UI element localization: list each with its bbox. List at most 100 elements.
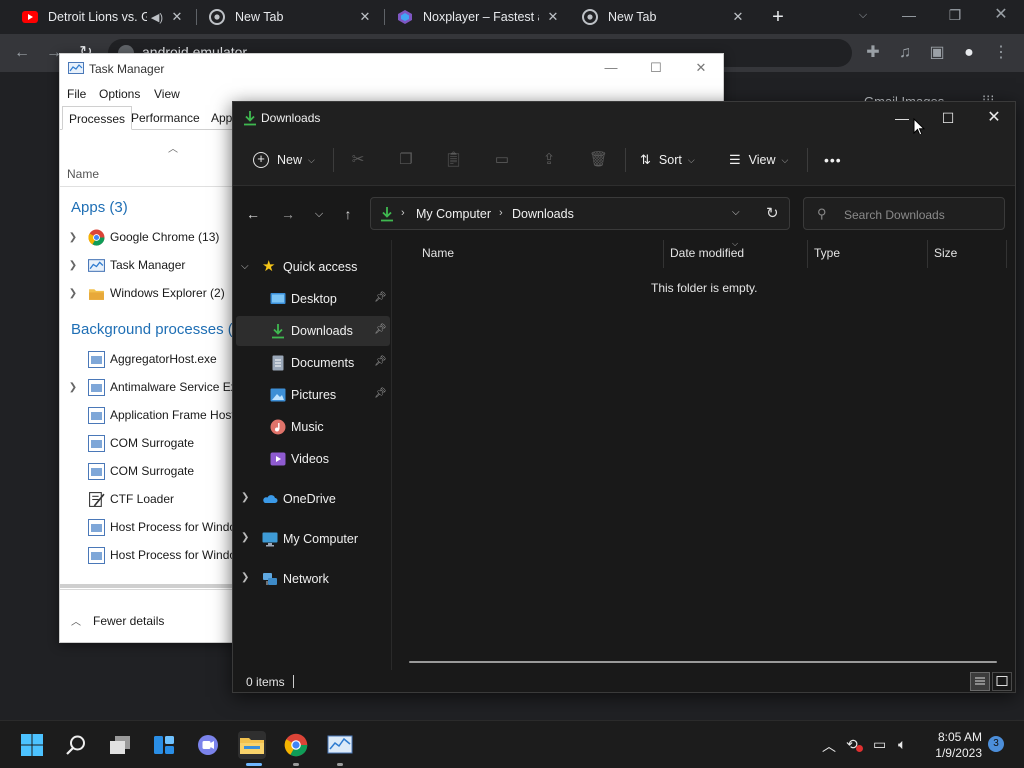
- menu-options[interactable]: Options: [99, 87, 140, 101]
- horizontal-scrollbar[interactable]: [409, 661, 997, 663]
- process-row[interactable]: ❯ Google Chrome (13): [60, 223, 235, 251]
- search-placeholder[interactable]: Search Downloads: [844, 208, 945, 222]
- minimize-icon[interactable]: —: [601, 60, 621, 75]
- refresh-icon[interactable]: ↻: [766, 204, 779, 222]
- process-row[interactable]: Host Process for Windows Tasks: [60, 513, 285, 541]
- tiles-view-button[interactable]: [992, 672, 1012, 691]
- side-panel-icon[interactable]: ▣: [926, 42, 948, 64]
- forward-icon[interactable]: →: [279, 205, 297, 223]
- breadcrumb-downloads[interactable]: Downloads: [512, 207, 574, 221]
- notification-badge[interactable]: 3: [988, 736, 1004, 752]
- column-header-name[interactable]: Name: [67, 167, 99, 181]
- explorer-titlebar[interactable]: Downloads — ☐ ✕: [233, 102, 1017, 137]
- task-manager-taskbar-button[interactable]: [326, 731, 354, 759]
- pin-icon[interactable]: 📌︎: [374, 324, 387, 335]
- process-row[interactable]: Host Process for Windows Tasks: [60, 541, 285, 569]
- sidebar-item-my-computer[interactable]: ❯ My Computer: [233, 524, 391, 554]
- sync-icon[interactable]: ⟲: [846, 736, 863, 753]
- sidebar-item-onedrive[interactable]: ❯ OneDrive: [233, 484, 391, 514]
- profile-icon[interactable]: ●: [958, 42, 980, 64]
- file-explorer-taskbar-button[interactable]: [238, 731, 266, 759]
- minimize-icon[interactable]: —: [886, 0, 932, 32]
- speaker-icon[interactable]: ◀): [151, 11, 163, 24]
- new-button[interactable]: + New ⌵: [253, 149, 315, 171]
- sort-button[interactable]: ⇅ Sort ⌵: [640, 149, 695, 171]
- pin-icon[interactable]: 📌︎: [374, 356, 387, 367]
- horizontal-scrollbar[interactable]: [60, 584, 235, 588]
- process-row[interactable]: Application Frame Host: [60, 401, 235, 429]
- column-separator[interactable]: [927, 240, 928, 268]
- process-row[interactable]: AggregatorHost.exe: [60, 345, 235, 373]
- tab-processes[interactable]: Processes: [62, 106, 133, 130]
- process-row[interactable]: COM Surrogate: [60, 429, 235, 457]
- sidebar-item-videos[interactable]: Videos: [233, 444, 391, 474]
- process-row[interactable]: ❯ Task Manager: [60, 251, 235, 279]
- breadcrumb-chevron-icon[interactable]: ›: [401, 207, 405, 219]
- close-tab-icon[interactable]: ✕: [545, 9, 561, 25]
- browser-tab-4[interactable]: New Tab ✕: [570, 0, 756, 34]
- tab-performance[interactable]: Performance: [125, 106, 206, 130]
- copy-icon[interactable]: ❐: [397, 151, 415, 169]
- chevron-right-icon[interactable]: ❯: [241, 492, 249, 503]
- view-button[interactable]: ☰ View ⌵: [729, 149, 788, 171]
- chevron-down-icon[interactable]: ⌵: [732, 207, 740, 218]
- new-tab-button[interactable]: +: [767, 6, 789, 28]
- delete-icon[interactable]: 🗑︎: [589, 151, 608, 169]
- browser-tab-3[interactable]: Noxplayer – Fastest and smoothest Androi…: [385, 0, 571, 34]
- cut-icon[interactable]: ✂: [349, 151, 367, 169]
- column-separator[interactable]: [1006, 240, 1007, 268]
- media-control-icon[interactable]: ♫: [894, 42, 916, 64]
- address-bar[interactable]: › My Computer › Downloads ⌵ ↻: [370, 197, 790, 230]
- rename-icon[interactable]: ▭: [493, 151, 511, 169]
- clock[interactable]: 8:05 AM 1/9/2023: [930, 729, 982, 761]
- expand-chevron-icon[interactable]: ❯: [60, 232, 84, 243]
- maximize-icon[interactable]: ☐: [646, 60, 666, 76]
- close-tab-icon[interactable]: ✕: [357, 9, 373, 25]
- sidebar-item-pictures[interactable]: Pictures 📌︎: [233, 380, 391, 410]
- sidebar-item-downloads[interactable]: Downloads 📌︎: [236, 316, 390, 346]
- widgets-button[interactable]: [150, 731, 178, 759]
- back-icon[interactable]: ←: [11, 42, 33, 64]
- search-button[interactable]: [62, 731, 90, 759]
- expand-chevron-icon[interactable]: ❯: [60, 260, 84, 271]
- sidebar-item-network[interactable]: ❯ Network: [233, 564, 391, 594]
- close-icon[interactable]: ✕: [691, 60, 711, 76]
- details-view-button[interactable]: [970, 672, 990, 691]
- chevron-right-icon[interactable]: ❯: [241, 572, 249, 583]
- expand-chevron-icon[interactable]: ❯: [60, 288, 84, 299]
- menu-file[interactable]: File: [67, 87, 86, 101]
- chevron-right-icon[interactable]: ❯: [241, 532, 249, 543]
- expand-chevron-icon[interactable]: ❯: [60, 382, 84, 393]
- breadcrumb-chevron-icon[interactable]: ›: [499, 207, 503, 219]
- close-icon[interactable]: ✕: [971, 106, 1017, 130]
- maximize-icon[interactable]: ☐: [925, 106, 971, 130]
- volume-icon[interactable]: 🔈︎: [898, 736, 906, 753]
- fewer-details-button[interactable]: ︿ Fewer details: [71, 613, 164, 628]
- sidebar-item-music[interactable]: Music: [233, 412, 391, 442]
- show-hidden-icons-chevron-icon[interactable]: ︿: [822, 736, 836, 756]
- menu-view[interactable]: View: [154, 87, 180, 101]
- start-button[interactable]: [18, 731, 46, 759]
- more-options-button[interactable]: •••: [824, 149, 842, 171]
- task-manager-titlebar[interactable]: Task Manager — ☐ ✕: [60, 54, 723, 84]
- browser-tab-2[interactable]: New Tab ✕: [197, 0, 383, 34]
- column-header-type[interactable]: Type: [814, 246, 840, 260]
- close-icon[interactable]: ✕: [978, 0, 1024, 32]
- process-row[interactable]: COM Surrogate: [60, 457, 235, 485]
- teams-chat-button[interactable]: [194, 731, 222, 759]
- network-status-icon[interactable]: ▭: [873, 736, 886, 753]
- chrome-menu-icon[interactable]: ⋮: [990, 42, 1012, 64]
- close-tab-icon[interactable]: ✕: [169, 9, 185, 25]
- column-separator[interactable]: [807, 240, 808, 268]
- sidebar-item-desktop[interactable]: Desktop 📌︎: [233, 284, 391, 314]
- restore-icon[interactable]: ❐: [932, 0, 978, 32]
- column-header-date-modified[interactable]: Date modified: [670, 246, 744, 260]
- process-row[interactable]: ❯ Antimalware Service Executable: [60, 373, 282, 401]
- column-separator[interactable]: [663, 240, 664, 268]
- sidebar-quick-access[interactable]: ⌵ ★ Quick access: [233, 252, 391, 282]
- share-icon[interactable]: ⇪: [540, 151, 558, 169]
- process-row[interactable]: CTF Loader: [60, 485, 235, 513]
- close-tab-icon[interactable]: ✕: [730, 9, 746, 25]
- column-header-size[interactable]: Size: [934, 246, 957, 260]
- up-icon[interactable]: ↑: [339, 205, 357, 223]
